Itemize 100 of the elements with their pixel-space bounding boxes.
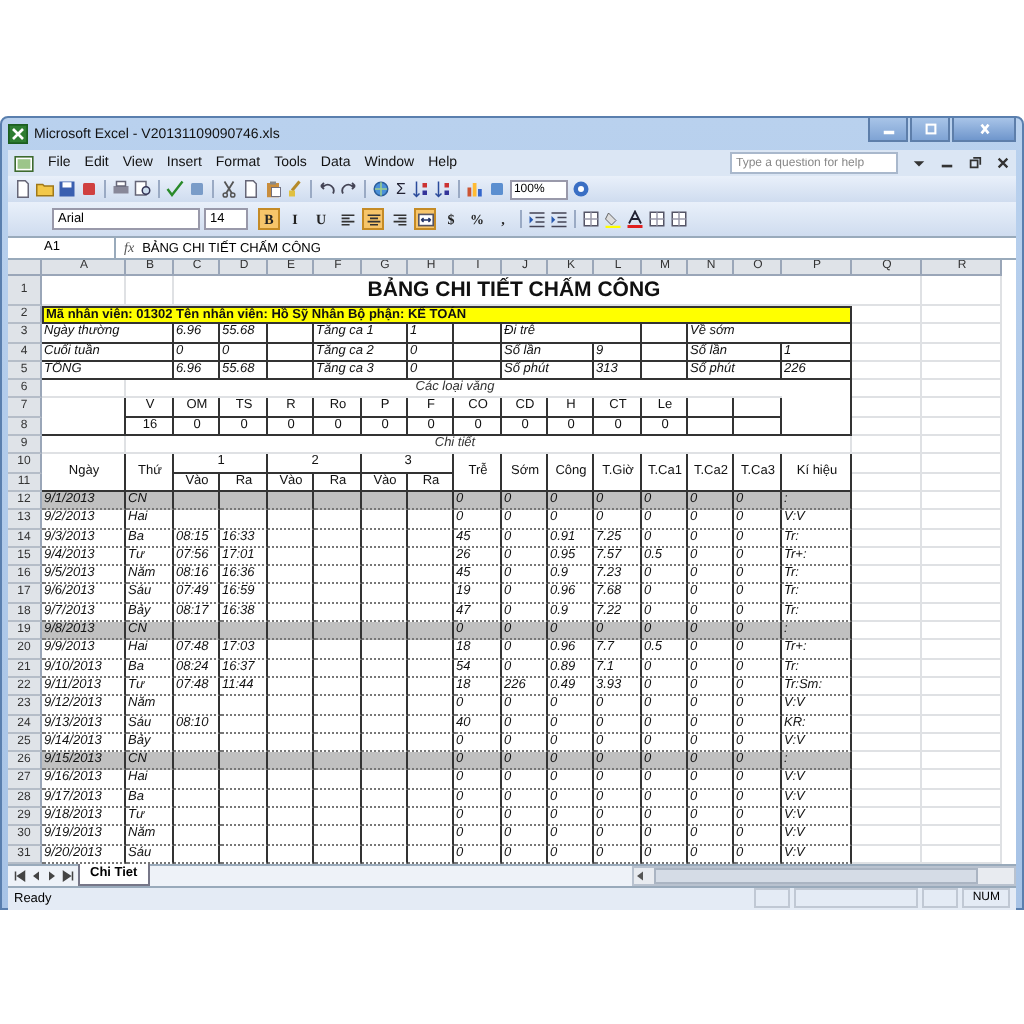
copy-icon[interactable] xyxy=(242,180,260,198)
brush-icon[interactable] xyxy=(286,180,304,198)
empty-cell[interactable] xyxy=(220,510,268,530)
empty-cell[interactable] xyxy=(314,547,362,567)
empty-cell[interactable] xyxy=(314,566,362,585)
next-sheet-icon[interactable] xyxy=(46,869,58,882)
empty-cell[interactable] xyxy=(268,640,314,660)
empty-cell[interactable] xyxy=(408,715,454,734)
empty-cell[interactable] xyxy=(362,640,408,660)
empty-cell[interactable] xyxy=(314,529,362,548)
empty-cell[interactable] xyxy=(362,770,408,790)
empty-cell[interactable] xyxy=(174,696,220,716)
fill-color-icon[interactable] xyxy=(604,210,622,228)
empty-cell[interactable] xyxy=(408,789,454,809)
empty-cell[interactable] xyxy=(408,696,454,716)
empty-cell[interactable] xyxy=(362,659,408,678)
empty-cell[interactable] xyxy=(220,770,268,790)
empty-cell[interactable] xyxy=(362,584,408,604)
empty-cell[interactable] xyxy=(362,696,408,716)
redo-icon[interactable] xyxy=(340,180,358,198)
help-icon[interactable] xyxy=(571,180,590,198)
empty-cell[interactable] xyxy=(268,529,314,548)
empty-cell[interactable] xyxy=(362,603,408,623)
empty-cell[interactable] xyxy=(362,715,408,734)
empty-cell[interactable] xyxy=(314,584,362,604)
empty-cell[interactable] xyxy=(408,808,454,827)
empty-cell[interactable] xyxy=(268,566,314,585)
empty-cell[interactable] xyxy=(314,733,362,753)
empty-cell[interactable] xyxy=(314,808,362,827)
empty-cell[interactable] xyxy=(268,547,314,567)
empty-cell[interactable] xyxy=(220,789,268,809)
empty-cell[interactable] xyxy=(408,529,454,548)
empty-cell[interactable] xyxy=(362,808,408,827)
empty-cell[interactable] xyxy=(314,510,362,530)
empty-cell[interactable] xyxy=(268,584,314,604)
align-right-button[interactable] xyxy=(388,208,410,230)
empty-cell[interactable] xyxy=(362,529,408,548)
empty-cell[interactable] xyxy=(268,733,314,753)
cut-icon[interactable] xyxy=(220,180,238,198)
chart-icon[interactable] xyxy=(465,180,484,198)
empty-cell[interactable] xyxy=(268,770,314,790)
spelling-icon[interactable] xyxy=(166,180,184,198)
document-icon[interactable] xyxy=(14,155,34,171)
empty-cell[interactable] xyxy=(408,584,454,604)
empty-cell[interactable] xyxy=(408,566,454,585)
empty-cell[interactable] xyxy=(174,770,220,790)
empty-cell[interactable] xyxy=(314,659,362,678)
empty-cell[interactable] xyxy=(408,733,454,753)
empty-cell[interactable] xyxy=(268,603,314,623)
empty-cell[interactable] xyxy=(362,566,408,585)
print-preview-icon[interactable] xyxy=(134,180,152,198)
empty-cell[interactable] xyxy=(362,547,408,567)
empty-cell[interactable] xyxy=(408,826,454,846)
paste-icon[interactable] xyxy=(264,180,282,198)
sort-descending-icon[interactable] xyxy=(433,180,452,198)
empty-cell[interactable] xyxy=(362,789,408,809)
scroll-left-icon[interactable] xyxy=(634,869,646,882)
empty-cell[interactable] xyxy=(174,733,220,753)
empty-cell[interactable] xyxy=(268,659,314,678)
undo-icon[interactable] xyxy=(318,180,336,198)
scroll-thumb[interactable] xyxy=(654,867,978,884)
empty-cell[interactable] xyxy=(174,826,220,846)
align-left-button[interactable] xyxy=(336,208,358,230)
dropdown-caret-icon[interactable] xyxy=(912,156,926,170)
empty-cell[interactable] xyxy=(408,677,454,697)
empty-cell[interactable] xyxy=(220,733,268,753)
empty-cell[interactable] xyxy=(362,510,408,530)
empty-cell[interactable] xyxy=(408,547,454,567)
new-document-icon[interactable] xyxy=(14,180,32,198)
empty-cell[interactable] xyxy=(314,770,362,790)
empty-cell[interactable] xyxy=(362,733,408,753)
empty-cell[interactable] xyxy=(408,640,454,660)
empty-cell[interactable] xyxy=(314,640,362,660)
empty-cell[interactable] xyxy=(408,603,454,623)
empty-cell[interactable] xyxy=(314,677,362,697)
empty-cell[interactable] xyxy=(220,696,268,716)
empty-cell[interactable] xyxy=(268,715,314,734)
hyperlink-icon[interactable] xyxy=(372,180,390,198)
empty-cell[interactable] xyxy=(220,715,268,734)
empty-cell[interactable] xyxy=(362,677,408,697)
empty-cell[interactable] xyxy=(174,808,220,827)
align-center-button[interactable] xyxy=(362,208,384,230)
empty-cell[interactable] xyxy=(314,826,362,846)
restore-icon[interactable] xyxy=(968,156,982,170)
table-icon[interactable] xyxy=(670,210,688,228)
empty-cell[interactable] xyxy=(362,826,408,846)
empty-cell[interactable] xyxy=(314,603,362,623)
empty-cell[interactable] xyxy=(268,677,314,697)
empty-cell[interactable] xyxy=(174,510,220,530)
empty-cell[interactable] xyxy=(268,789,314,809)
empty-cell[interactable] xyxy=(268,696,314,716)
empty-cell[interactable] xyxy=(408,770,454,790)
table-icon[interactable] xyxy=(648,210,666,228)
indent-increase-icon[interactable] xyxy=(550,210,568,228)
empty-cell[interactable] xyxy=(174,789,220,809)
empty-cell[interactable] xyxy=(220,808,268,827)
minimize-button[interactable] xyxy=(868,118,908,142)
empty-cell[interactable] xyxy=(314,789,362,809)
empty-cell[interactable] xyxy=(268,826,314,846)
last-sheet-icon[interactable] xyxy=(62,869,74,882)
